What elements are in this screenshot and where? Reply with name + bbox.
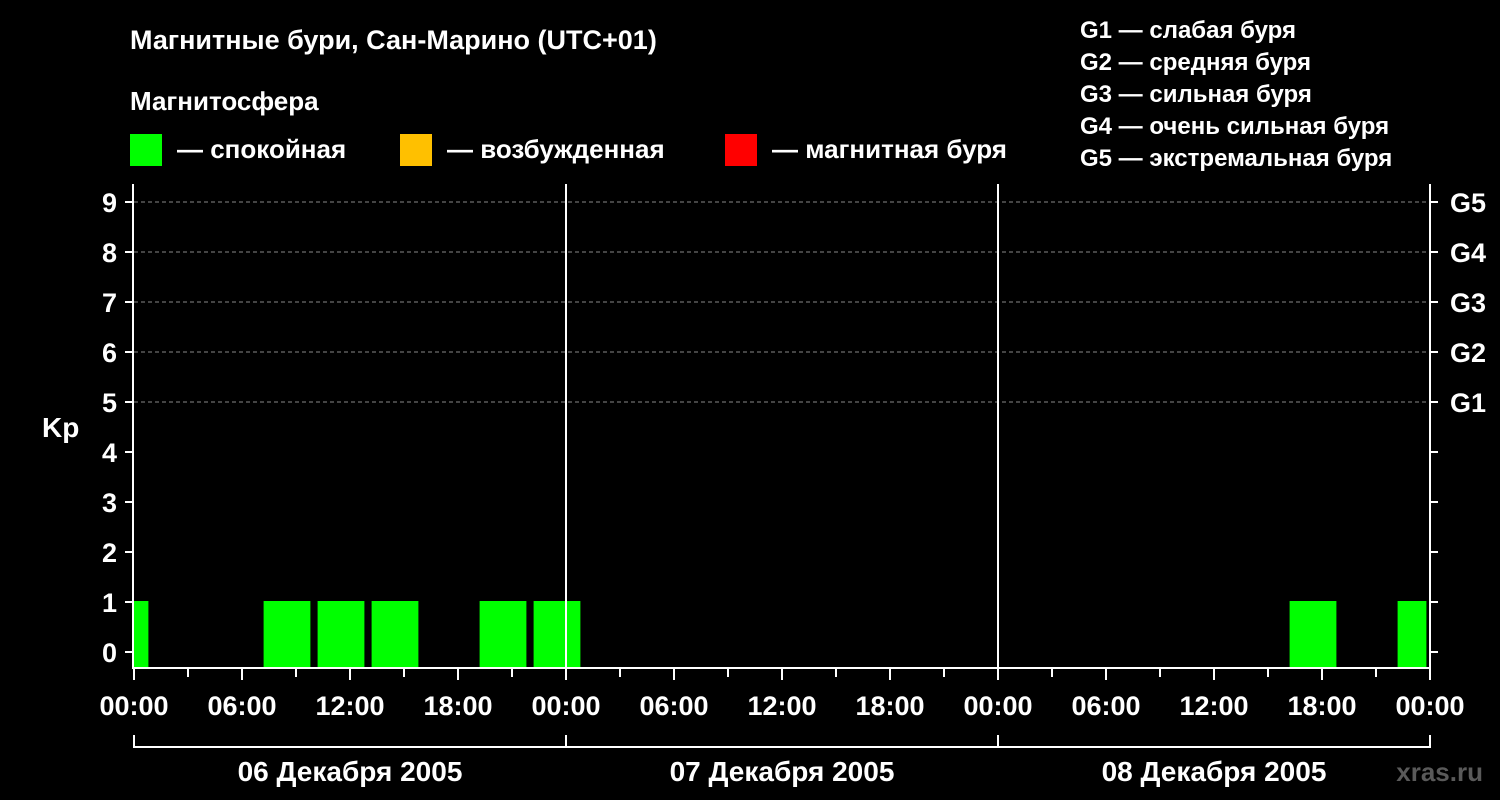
- legend-label-active: — возбужденная: [447, 134, 665, 164]
- g-legend-g5: G5 — экстремальная буря: [1080, 145, 1392, 172]
- g-scale-label-G2: G2: [1450, 338, 1486, 368]
- x-tick-label-4: 00:00: [531, 691, 600, 721]
- g-scale-label-G1: G1: [1450, 388, 1486, 418]
- legend-swatch-active: [400, 134, 432, 166]
- y-tick-label-5: 5: [102, 388, 117, 418]
- day-label-1: 06 Декабря 2005: [238, 756, 463, 787]
- g-scale-label-G4: G4: [1450, 238, 1486, 268]
- x-tick-label-7: 18:00: [855, 691, 924, 721]
- x-tick-label-6: 12:00: [747, 691, 816, 721]
- y-tick-label-0: 0: [102, 638, 117, 668]
- kp-bar-6: [533, 601, 581, 668]
- kp-bar-4: [371, 601, 419, 668]
- y-tick-label-8: 8: [102, 238, 117, 268]
- x-tick-label-5: 06:00: [639, 691, 708, 721]
- watermark: xras.ru: [1396, 757, 1483, 787]
- chart-title: Магнитные бури, Сан-Марино (UTC+01): [130, 25, 657, 55]
- kp-bar-5: [479, 601, 527, 668]
- g-legend-g3: G3 — сильная буря: [1080, 81, 1312, 108]
- g-scale-label-G5: G5: [1450, 188, 1486, 218]
- x-tick-label-11: 18:00: [1287, 691, 1356, 721]
- y-tick-label-1: 1: [102, 588, 117, 618]
- plot-area: 0 1 2 3 4 5 6 7 8 9 G1 G2 G3 G4 G5 00:00 06:00 12:00 18:00…: [99, 184, 1486, 787]
- x-tick-label-3: 18:00: [423, 691, 492, 721]
- y-axis-label: Kp: [42, 412, 79, 443]
- x-tick-label-8: 00:00: [963, 691, 1032, 721]
- legend-swatch-storm: [725, 134, 757, 166]
- day-label-2: 07 Декабря 2005: [670, 756, 895, 787]
- x-tick-label-10: 12:00: [1179, 691, 1248, 721]
- x-tick-label-2: 12:00: [315, 691, 384, 721]
- kp-bar-8: [1397, 601, 1427, 668]
- kp-bar-2: [263, 601, 311, 668]
- day-label-3: 08 Декабря 2005: [1102, 756, 1327, 787]
- magnetosphere-label: Магнитосфера: [130, 86, 319, 116]
- y-tick-label-3: 3: [102, 488, 117, 518]
- y-tick-label-2: 2: [102, 538, 117, 568]
- y-tick-label-6: 6: [102, 338, 117, 368]
- legend-swatch-quiet: [130, 134, 162, 166]
- y-tick-label-9: 9: [102, 188, 117, 218]
- g-legend-g2: G2 — средняя буря: [1080, 49, 1311, 76]
- x-tick-label-12: 00:00: [1395, 691, 1464, 721]
- kp-chart: Магнитные бури, Сан-Марино (UTC+01) Магн…: [42, 17, 1486, 787]
- x-tick-label-1: 06:00: [207, 691, 276, 721]
- x-tick-label-9: 06:00: [1071, 691, 1140, 721]
- legend-label-quiet: — спокойная: [177, 134, 346, 164]
- y-tick-label-7: 7: [102, 288, 117, 318]
- g-legend-g4: G4 — очень сильная буря: [1080, 113, 1389, 140]
- kp-bar-1: [134, 601, 149, 668]
- x-tick-label-0: 00:00: [99, 691, 168, 721]
- g-scale-label-G3: G3: [1450, 288, 1486, 318]
- kp-bar-3: [317, 601, 365, 668]
- legend-label-storm: — магнитная буря: [772, 134, 1007, 164]
- kp-bar-7: [1289, 601, 1337, 668]
- y-tick-label-4: 4: [102, 438, 117, 468]
- g-legend-g1: G1 — слабая буря: [1080, 17, 1296, 44]
